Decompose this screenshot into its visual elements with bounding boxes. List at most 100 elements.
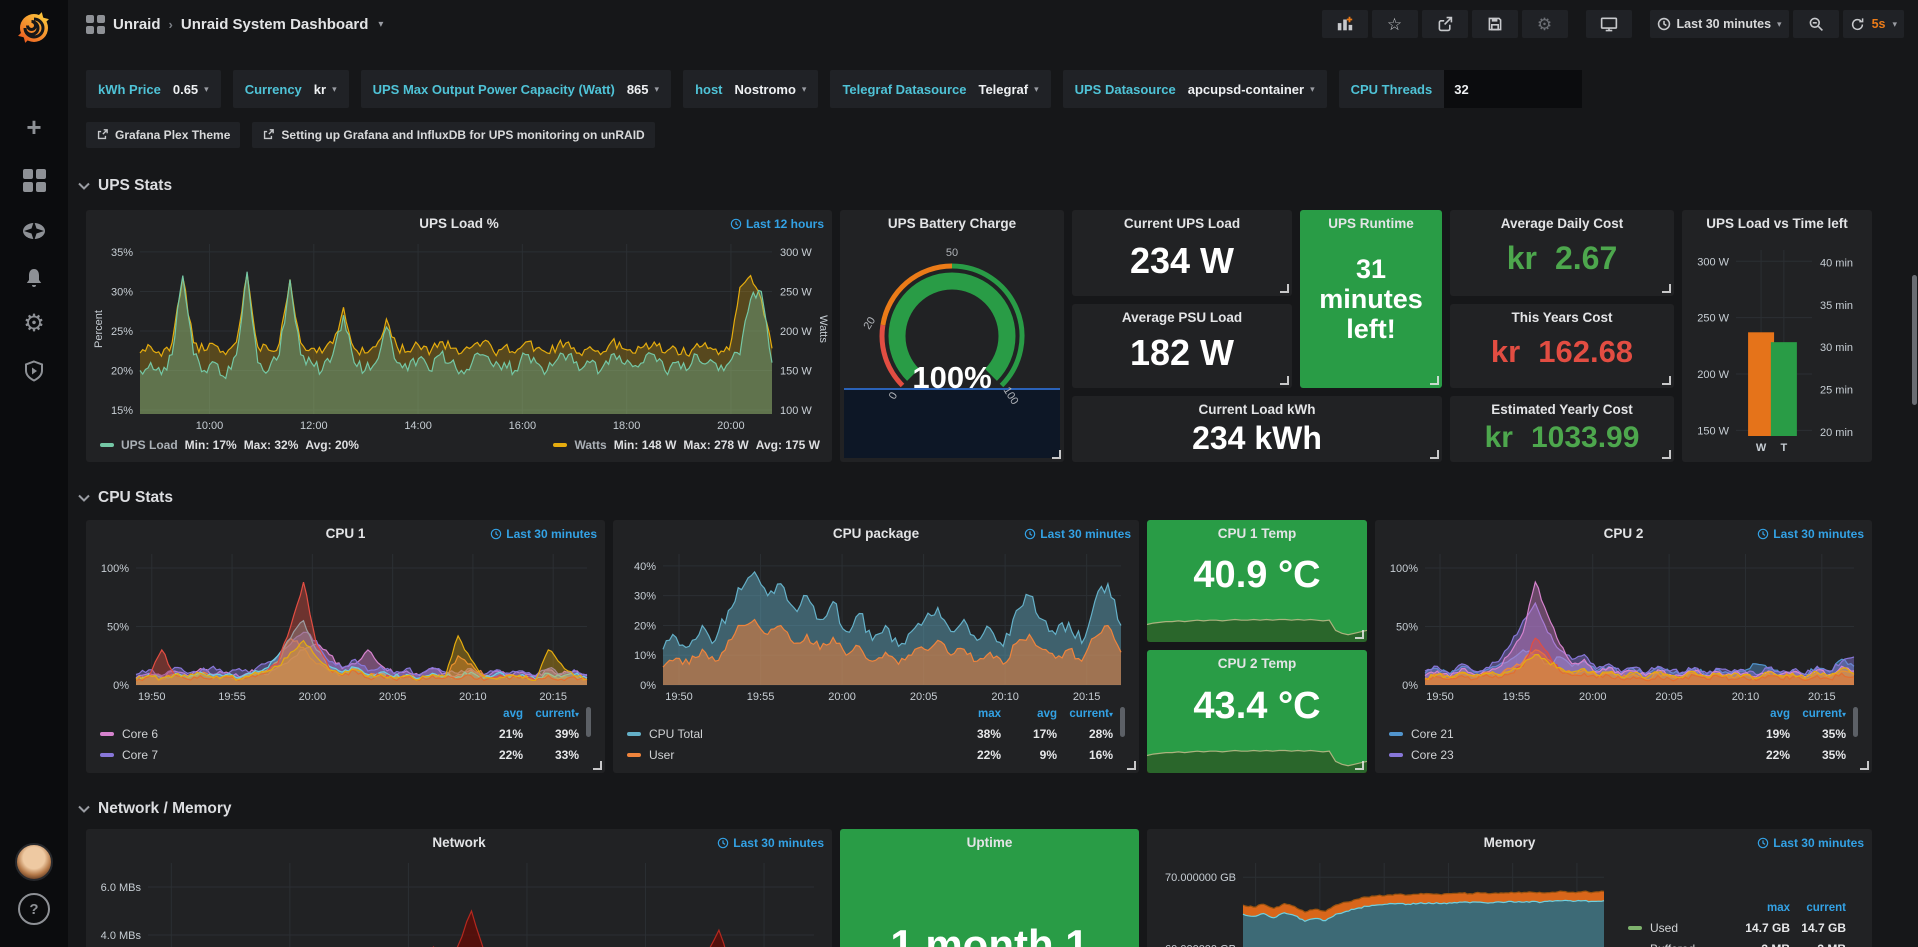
grafana-logo-icon[interactable] bbox=[14, 8, 54, 48]
breadcrumb-current[interactable]: Unraid System Dashboard bbox=[181, 16, 369, 33]
legend-col-current[interactable]: current bbox=[1790, 902, 1846, 914]
series-name[interactable]: Used bbox=[1650, 921, 1678, 935]
legend-col-avg[interactable]: avg bbox=[1734, 708, 1790, 720]
load-vs-time-bar-chart[interactable]: 300 W250 W200 W150 W40 min35 min30 min25… bbox=[1686, 236, 1868, 458]
user-avatar[interactable] bbox=[0, 842, 68, 882]
resize-handle[interactable] bbox=[1662, 284, 1671, 293]
panel-time-link[interactable]: Last 30 minutes bbox=[717, 836, 824, 850]
chevron-down-icon bbox=[78, 805, 90, 813]
add-icon[interactable]: + bbox=[0, 107, 68, 147]
variable-kwh-price[interactable]: kWh Price 0.65▾ bbox=[86, 70, 221, 108]
legend-col-avg[interactable]: avg bbox=[1001, 708, 1057, 720]
link-grafana-plex-theme[interactable]: Grafana Plex Theme bbox=[86, 122, 240, 148]
series-name[interactable]: Core 23 bbox=[1411, 748, 1454, 762]
star-button[interactable]: ☆ bbox=[1372, 10, 1418, 38]
resize-handle[interactable] bbox=[593, 761, 602, 770]
stat-value: 234 W bbox=[1072, 240, 1292, 282]
section-cpu-stats[interactable]: CPU Stats bbox=[78, 486, 173, 510]
dashboard-grid-icon[interactable] bbox=[86, 15, 105, 34]
zoom-out-button[interactable] bbox=[1793, 10, 1839, 38]
resize-handle[interactable] bbox=[1860, 761, 1869, 770]
dashboards-icon[interactable] bbox=[0, 160, 68, 200]
alerting-bell-icon[interactable] bbox=[0, 258, 68, 298]
svg-text:20:00: 20:00 bbox=[717, 420, 745, 432]
resize-handle[interactable] bbox=[1280, 284, 1289, 293]
legend-col-current[interactable]: current▾ bbox=[1790, 708, 1846, 720]
series-name[interactable]: User bbox=[649, 748, 674, 762]
time-range-picker[interactable]: Last 30 minutes ▾ bbox=[1650, 10, 1789, 38]
series-name[interactable]: Core 21 bbox=[1411, 727, 1454, 741]
svg-text:50%: 50% bbox=[1396, 622, 1418, 634]
resize-handle[interactable] bbox=[1127, 761, 1136, 770]
variable-telegraf-datasource[interactable]: Telegraf Datasource Telegraf▾ bbox=[830, 70, 1050, 108]
configuration-gear-icon[interactable]: ⚙ bbox=[0, 304, 68, 344]
cpu-package-chart[interactable]: 19:5019:5520:0020:0520:1020:1540%30%20%1… bbox=[617, 546, 1135, 705]
legend-col-avg[interactable]: avg bbox=[467, 708, 523, 720]
variable-host[interactable]: host Nostromo▾ bbox=[683, 70, 818, 108]
svg-text:6.0 MBs: 6.0 MBs bbox=[101, 882, 142, 894]
panel-time-link[interactable]: Last 30 minutes bbox=[1757, 527, 1864, 541]
resize-handle[interactable] bbox=[1355, 761, 1364, 770]
ups-load-legend: UPS LoadMin: 17%Max: 32%Avg: 20% WattsMin… bbox=[100, 435, 820, 455]
legend-scrollbar[interactable] bbox=[1120, 707, 1125, 737]
dashboard-settings-button[interactable]: ⚙ bbox=[1522, 10, 1568, 38]
svg-text:10%: 10% bbox=[634, 650, 656, 662]
legend-value: 3 MB bbox=[1734, 942, 1790, 947]
panel-average-daily-cost: Average Daily Cost kr2.67 bbox=[1450, 210, 1674, 296]
memory-chart[interactable]: 19:5019:5520:0020:0520:1020:1570.000000 … bbox=[1151, 855, 1618, 947]
refresh-button[interactable]: 5s ▾ bbox=[1843, 10, 1904, 38]
panel-time-link[interactable]: Last 30 minutes bbox=[1757, 836, 1864, 850]
resize-handle[interactable] bbox=[1662, 376, 1671, 385]
link-ups-monitoring-guide[interactable]: Setting up Grafana and InfluxDB for UPS … bbox=[252, 122, 654, 148]
resize-handle[interactable] bbox=[1662, 450, 1671, 459]
legend-col-max[interactable]: max bbox=[945, 708, 1001, 720]
section-ups-stats[interactable]: UPS Stats bbox=[78, 174, 172, 198]
series-name[interactable]: UPS Load bbox=[121, 438, 178, 452]
series-name[interactable]: CPU Total bbox=[649, 727, 703, 741]
cpu-threads-input[interactable] bbox=[1444, 70, 1582, 108]
svg-text:40 min: 40 min bbox=[1820, 258, 1853, 270]
legend-scrollbar[interactable] bbox=[1853, 707, 1858, 737]
explore-compass-icon[interactable] bbox=[0, 211, 68, 251]
variable-ups-max-output[interactable]: UPS Max Output Power Capacity (Watt) 865… bbox=[361, 70, 671, 108]
dashboard-dropdown-caret-icon[interactable]: ▾ bbox=[378, 19, 383, 30]
legend-col-current[interactable]: current▾ bbox=[523, 708, 579, 720]
panel-time-link[interactable]: Last 30 minutes bbox=[1024, 527, 1131, 541]
add-panel-button[interactable] bbox=[1322, 10, 1368, 38]
help-icon[interactable]: ? bbox=[0, 889, 68, 929]
svg-text:50%: 50% bbox=[107, 622, 129, 634]
legend-value: 21% bbox=[467, 727, 523, 741]
network-chart[interactable]: 19:5019:5520:0020:0520:1020:156.0 MBs4.0… bbox=[90, 855, 828, 947]
legend-entry: WattsMin: 148 WMax: 278 WAvg: 175 W bbox=[553, 438, 820, 452]
legend-scrollbar[interactable] bbox=[586, 707, 591, 737]
server-admin-shield-icon[interactable] bbox=[0, 351, 68, 391]
resize-handle[interactable] bbox=[1430, 450, 1439, 459]
panel-time-link[interactable]: Last 12 hours bbox=[730, 217, 824, 231]
cycle-view-button[interactable] bbox=[1586, 10, 1632, 38]
legend-row: Core 722%33% bbox=[100, 744, 593, 765]
svg-text:200 W: 200 W bbox=[780, 326, 812, 338]
save-button[interactable] bbox=[1472, 10, 1518, 38]
legend-col-current[interactable]: current▾ bbox=[1057, 708, 1113, 720]
page-scrollbar[interactable] bbox=[1912, 275, 1917, 405]
series-name[interactable]: Watts bbox=[574, 438, 606, 452]
cpu2-chart[interactable]: 19:5019:5520:0020:0520:1020:15100%50%0% bbox=[1379, 546, 1868, 705]
series-name[interactable]: Buffered bbox=[1650, 942, 1695, 947]
variable-currency[interactable]: Currency kr▾ bbox=[233, 70, 349, 108]
section-network-memory[interactable]: Network / Memory bbox=[78, 797, 232, 821]
cpu1-chart[interactable]: 19:5019:5520:0020:0520:1020:15100%50%0% bbox=[90, 546, 601, 705]
ups-load-chart[interactable]: 10:0012:0014:0016:0018:0020:0035%30%25%2… bbox=[90, 236, 828, 434]
series-name[interactable]: Core 6 bbox=[122, 727, 158, 741]
resize-handle[interactable] bbox=[1430, 376, 1439, 385]
variable-ups-datasource[interactable]: UPS Datasource apcupsd-container▾ bbox=[1063, 70, 1327, 108]
resize-handle[interactable] bbox=[1355, 630, 1364, 639]
series-name[interactable]: Core 7 bbox=[122, 748, 158, 762]
resize-handle[interactable] bbox=[1052, 450, 1061, 459]
legend-entry: UPS LoadMin: 17%Max: 32%Avg: 20% bbox=[100, 438, 359, 452]
breadcrumb-root[interactable]: Unraid bbox=[113, 16, 161, 33]
share-button[interactable] bbox=[1422, 10, 1468, 38]
resize-handle[interactable] bbox=[1280, 376, 1289, 385]
panel-time-link[interactable]: Last 30 minutes bbox=[490, 527, 597, 541]
legend-col-max[interactable]: max bbox=[1734, 902, 1790, 914]
gauge-value: 100% bbox=[844, 360, 1060, 396]
